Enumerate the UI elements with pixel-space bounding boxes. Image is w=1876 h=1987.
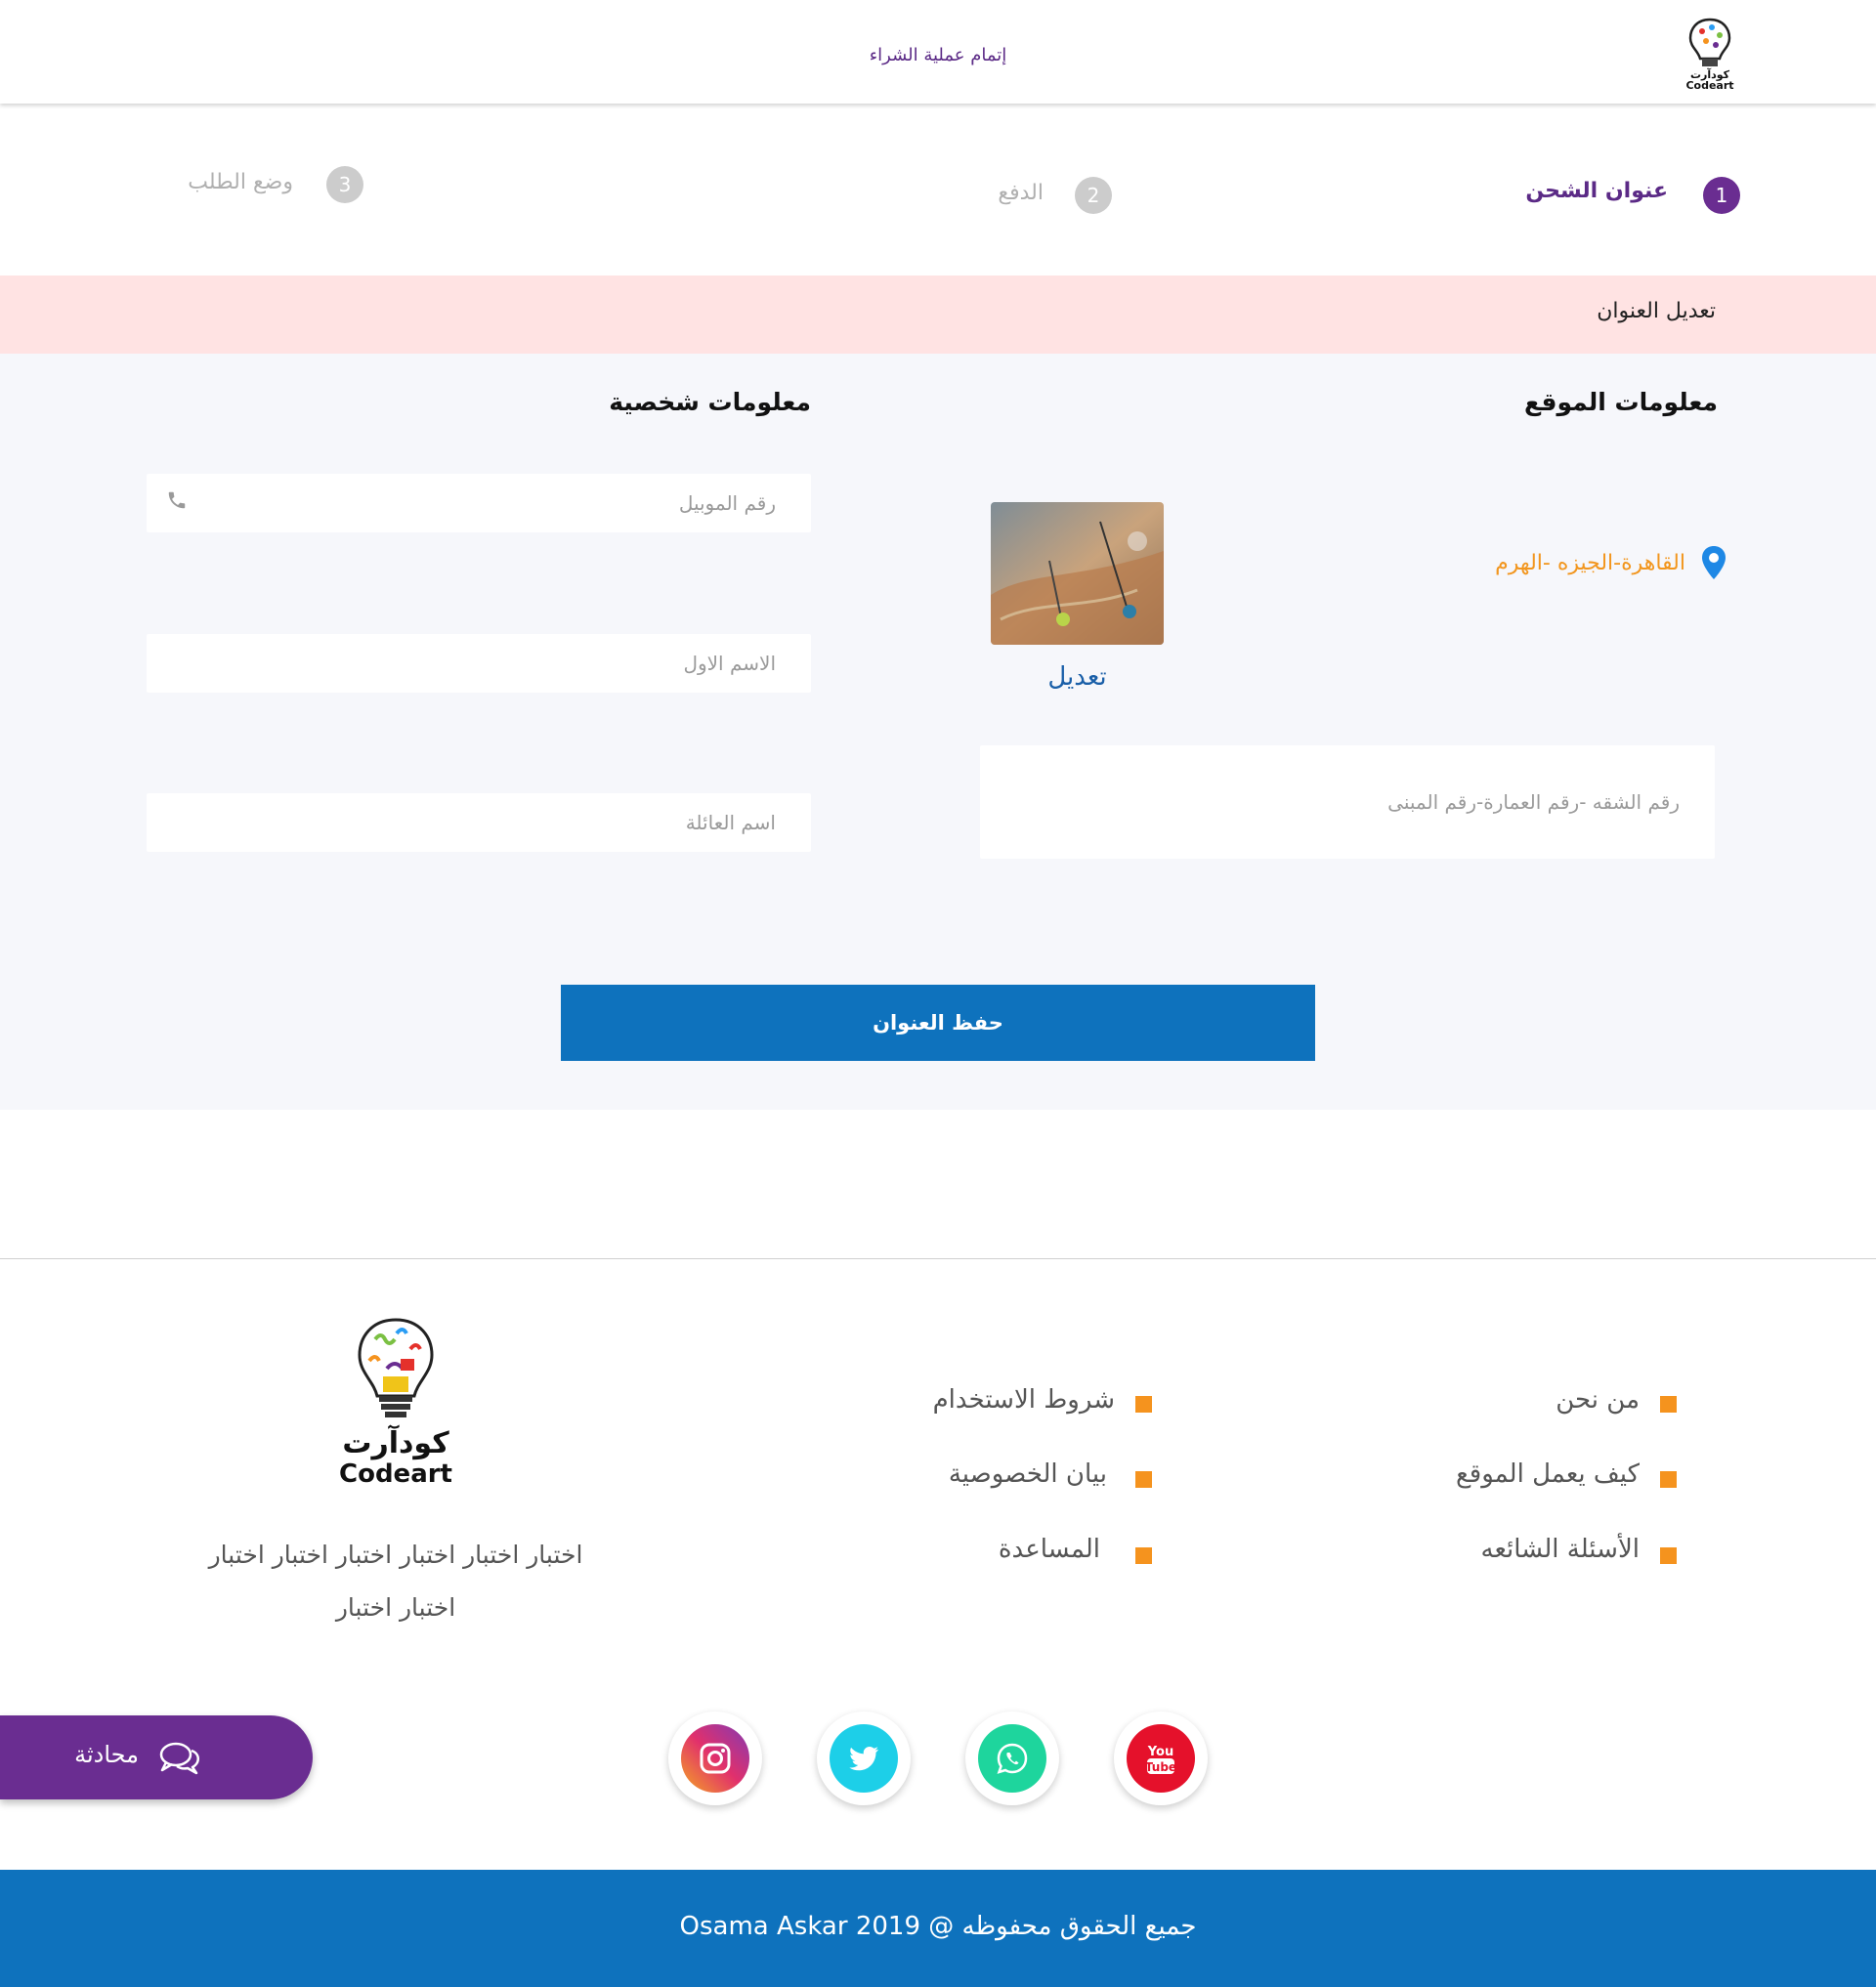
edit-location-link[interactable]: تعديل	[991, 662, 1164, 692]
svg-text:Codeart: Codeart	[1685, 79, 1733, 92]
family-name-input[interactable]	[147, 793, 811, 852]
step-3-label[interactable]: وضع الطلب	[188, 170, 293, 194]
bullet-icon	[1660, 1547, 1677, 1564]
page-title: إتمام عملية الشراء	[869, 45, 1007, 65]
header: إتمام عملية الشراء كودآرت Codeart	[0, 0, 1876, 104]
address-details-input[interactable]	[980, 745, 1715, 859]
instagram-icon	[700, 1743, 731, 1774]
whatsapp-icon	[997, 1743, 1028, 1774]
location-pin-icon	[1702, 546, 1726, 579]
save-address-button[interactable]: حفظ العنوان	[561, 985, 1315, 1061]
youtube-icon: You Tube	[1145, 1745, 1176, 1774]
first-name-field[interactable]	[147, 634, 811, 693]
bullet-icon	[1135, 1471, 1152, 1488]
step-3-number: 3	[326, 166, 363, 203]
whatsapp-button[interactable]	[965, 1712, 1059, 1805]
step-2-label[interactable]: الدفع	[998, 181, 1044, 205]
step-2-number: 2	[1075, 177, 1112, 214]
step-1-number: 1	[1703, 177, 1740, 214]
instagram-button[interactable]	[668, 1712, 762, 1805]
footer-link-how-it-works[interactable]: كيف يعمل الموقع	[1456, 1459, 1640, 1489]
svg-text:كودآرت: كودآرت	[342, 1424, 449, 1460]
bullet-icon	[1135, 1547, 1152, 1564]
location-info-title: معلومات الموقع	[1524, 388, 1718, 416]
edit-address-heading: تعديل العنوان	[1597, 299, 1716, 323]
footer-link-faq[interactable]: الأسئلة الشائعه	[1481, 1535, 1640, 1564]
first-name-input[interactable]	[147, 634, 811, 693]
location-thumbnail	[991, 502, 1164, 645]
phone-icon	[168, 491, 186, 509]
copyright-bar: جميع الحقوق محفوظه @ 2019 Osama Askar	[0, 1870, 1876, 1987]
bullet-icon	[1660, 1396, 1677, 1413]
chat-label: محادثة	[74, 1741, 139, 1768]
bullet-icon	[1135, 1396, 1152, 1413]
chat-bubbles-icon	[159, 1742, 199, 1775]
youtube-button[interactable]: You Tube	[1114, 1712, 1208, 1805]
svg-text:Codeart: Codeart	[339, 1459, 452, 1489]
footer-about-text: اختبار اختبار اختبار اختبار اختبار اختبا…	[208, 1541, 583, 1622]
edit-address-banner: تعديل العنوان	[0, 275, 1876, 354]
personal-info-title: معلومات شخصية	[609, 388, 811, 416]
footer-divider	[0, 1258, 1876, 1259]
bullet-icon	[1660, 1471, 1677, 1488]
twitter-icon	[849, 1746, 878, 1771]
codeart-footer-logo: كودآرت Codeart	[339, 1318, 452, 1489]
footer-link-about[interactable]: من نحن	[1556, 1385, 1640, 1415]
footer-link-help[interactable]: المساعدة	[999, 1535, 1100, 1564]
address-text: القاهرة-الجيزه -الهرم	[1495, 551, 1685, 575]
chat-button[interactable]: محادثة	[0, 1715, 313, 1799]
address-details-field[interactable]	[980, 745, 1715, 859]
copyright-text: جميع الحقوق محفوظه @ 2019 Osama Askar	[679, 1912, 1197, 1941]
svg-text:You: You	[1147, 1745, 1173, 1759]
mobile-field[interactable]	[147, 474, 811, 532]
mobile-input[interactable]	[147, 474, 811, 532]
family-name-field[interactable]	[147, 793, 811, 852]
codeart-logo[interactable]: كودآرت Codeart	[1679, 14, 1741, 92]
step-1-label[interactable]: عنوان الشحن	[1525, 179, 1668, 203]
twitter-button[interactable]	[817, 1712, 911, 1805]
svg-text:Tube: Tube	[1145, 1760, 1176, 1774]
footer-link-privacy[interactable]: بيان الخصوصية	[949, 1459, 1107, 1489]
address-form: معلومات الموقع معلومات شخصية القاهرة-الج…	[0, 354, 1876, 1110]
footer-link-terms[interactable]: شروط الاستخدام	[933, 1385, 1115, 1415]
